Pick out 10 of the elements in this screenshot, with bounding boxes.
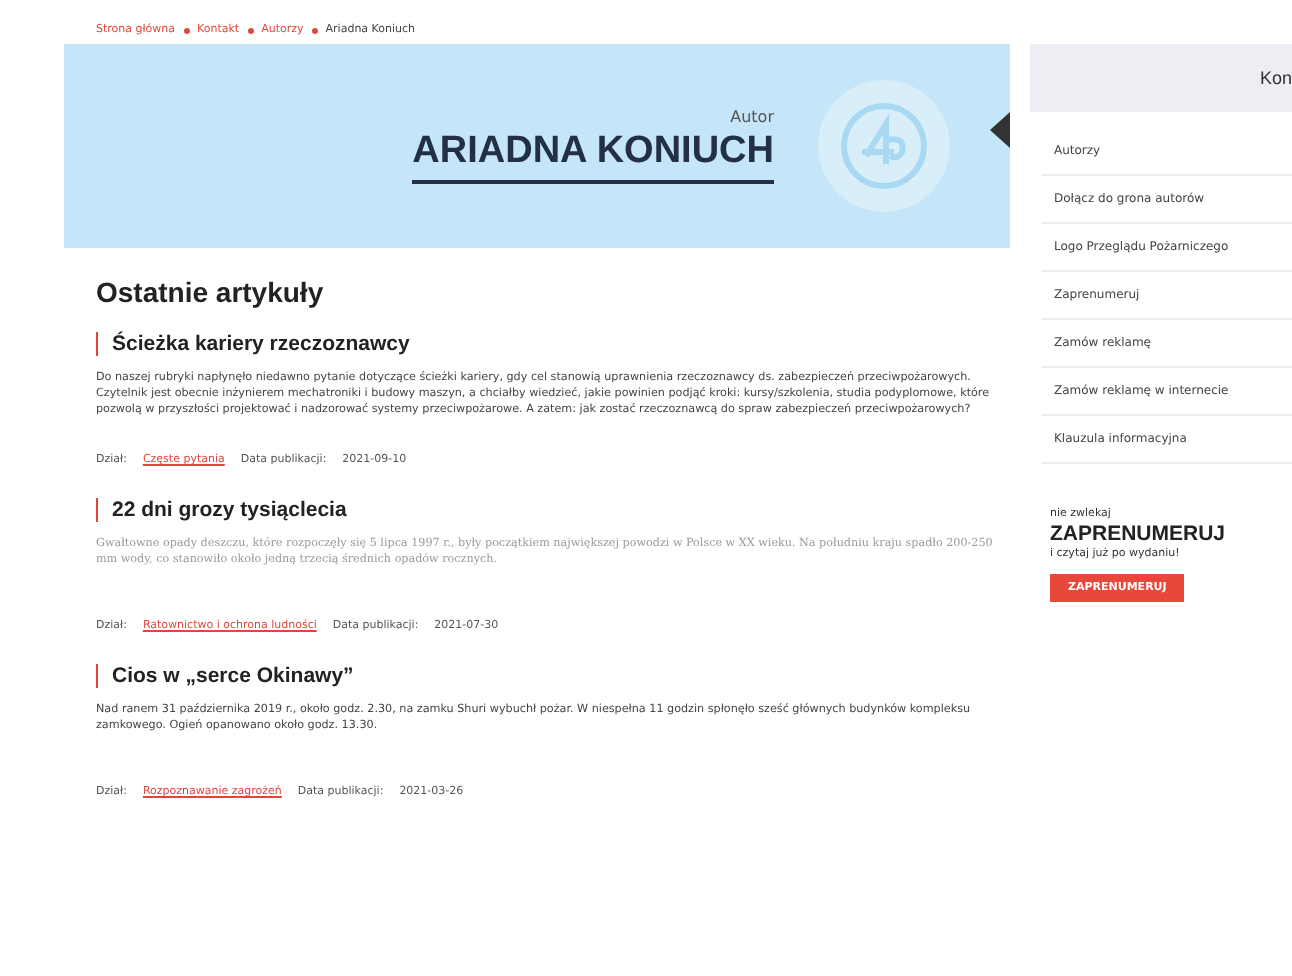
article-title[interactable]: Ścieżka kariery rzeczoznawcy (96, 332, 1010, 356)
subscribe-title: ZAPRENUMERUJ (1050, 522, 1226, 546)
article-title[interactable]: Cios w „serce Okinawy” (96, 664, 1010, 688)
article-title[interactable]: 22 dni grozy tysiąclecia (96, 498, 1010, 522)
pointer-icon (990, 112, 1010, 148)
author-role: Autor (730, 108, 774, 126)
section-heading: Ostatnie artykuły (96, 276, 326, 308)
author-name: ARIADNA KONIUCH (412, 130, 774, 184)
logo-icon (818, 80, 950, 212)
sidebar-header: Kon (1030, 44, 1292, 112)
